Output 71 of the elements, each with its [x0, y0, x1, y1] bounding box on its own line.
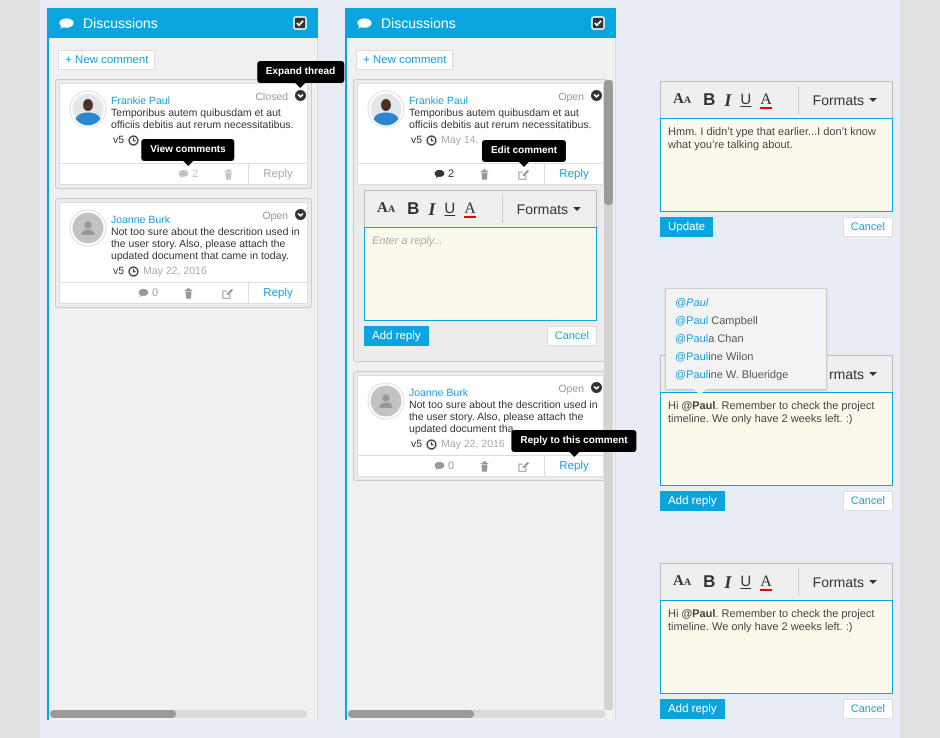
clock-icon	[128, 134, 140, 146]
panel-title: Discussions	[381, 15, 457, 31]
avatar	[367, 382, 405, 420]
font-size-button[interactable]: AA	[673, 572, 692, 592]
tooltip: View comments	[141, 139, 235, 166]
edit-icon[interactable]	[222, 288, 234, 298]
edit-icon[interactable]	[518, 460, 530, 472]
comment-text: Not too sure about the descrition used in the user story. Also, please attach the updated document that came in today.	[111, 226, 301, 262]
status-label: Closed	[255, 91, 288, 103]
underline-button[interactable]: U	[444, 200, 456, 218]
font-size-button[interactable]: AA	[377, 199, 396, 219]
comment-icon	[434, 169, 445, 179]
edit-icon[interactable]	[518, 168, 530, 180]
scrollbar[interactable]	[348, 710, 605, 718]
chat-icon	[357, 17, 372, 29]
mention-option[interactable]: @Paul Campbell	[675, 312, 826, 330]
tooltip: Edit comment	[482, 140, 566, 166]
chevron-down-icon[interactable]	[295, 209, 306, 220]
mention-option[interactable]: @Paula Chan	[675, 330, 826, 348]
status-label: Open	[558, 383, 584, 395]
text-editor[interactable]: Hi @Paul. Remember to check the project timeline. We only have 2 weeks left. :)	[660, 392, 893, 486]
avatar	[69, 90, 107, 128]
underline-button[interactable]: U	[740, 573, 752, 591]
formats-dropdown[interactable]: Formats	[502, 195, 596, 223]
chevron-down-icon[interactable]	[591, 382, 602, 393]
checkbox[interactable]	[591, 16, 605, 30]
comment-text: Temporibus autem quibusdam et aut officiis debitis aut rerum necessitatibus.	[111, 107, 294, 131]
version-label: v5	[113, 134, 124, 146]
clock-icon	[426, 134, 438, 146]
clock-icon	[128, 266, 140, 276]
text-color-button[interactable]: A	[760, 574, 772, 590]
comment-icon	[178, 169, 189, 179]
comment-text: Temporibus autem quibusdam et aut officiis debitis aut rerum necessitatibus.	[409, 107, 592, 131]
comment-icon	[434, 461, 445, 471]
status-label: Open	[262, 210, 288, 222]
trash-icon[interactable]	[184, 288, 192, 298]
date-label: May 22, 2016	[441, 438, 505, 450]
text-editor[interactable]: Hi @Paul. Remember to check the project timeline. We only have 2 weeks left. :)	[660, 600, 893, 694]
comments-button[interactable]: 2	[434, 168, 454, 180]
trash-icon[interactable]	[480, 460, 488, 472]
chat-icon	[59, 17, 74, 29]
bold-button[interactable]: B	[703, 91, 716, 109]
version-label: v5	[411, 438, 422, 450]
text-color-button[interactable]: A	[464, 200, 476, 218]
tooltip: Expand thread	[256, 61, 344, 88]
trash-icon[interactable]	[480, 168, 488, 180]
clock-icon	[426, 438, 438, 450]
panel-title: Discussions	[83, 15, 159, 31]
tooltip: Reply to this comment	[511, 430, 637, 457]
formats-dropdown[interactable]: Formats	[798, 568, 892, 596]
avatar	[69, 209, 107, 247]
version-label: v5	[113, 265, 124, 277]
checkbox[interactable]	[293, 16, 307, 30]
font-size-button[interactable]: AA	[673, 90, 692, 110]
formats-dropdown[interactable]: Formats	[798, 86, 892, 114]
italic-button[interactable]: I	[428, 200, 436, 218]
status-label: Open	[558, 91, 584, 103]
italic-button[interactable]: I	[724, 91, 732, 109]
text-editor[interactable]: Hmm. I didn’t ype that earlier...I don’t know what you’re talking about.	[660, 118, 893, 212]
avatar	[367, 90, 405, 128]
text-color-button[interactable]: A	[760, 92, 772, 108]
chevron-down-icon[interactable]	[591, 90, 602, 101]
date-label: May 14,	[441, 134, 478, 146]
underline-button[interactable]: U	[740, 91, 752, 109]
date-label: May 22, 2016	[143, 265, 207, 277]
scrollbar[interactable]	[50, 710, 307, 718]
bold-button[interactable]: B	[407, 200, 420, 218]
comment-icon	[138, 288, 149, 298]
version-label: v5	[411, 134, 422, 146]
italic-button[interactable]: I	[724, 573, 732, 591]
bold-button[interactable]: B	[703, 573, 716, 591]
